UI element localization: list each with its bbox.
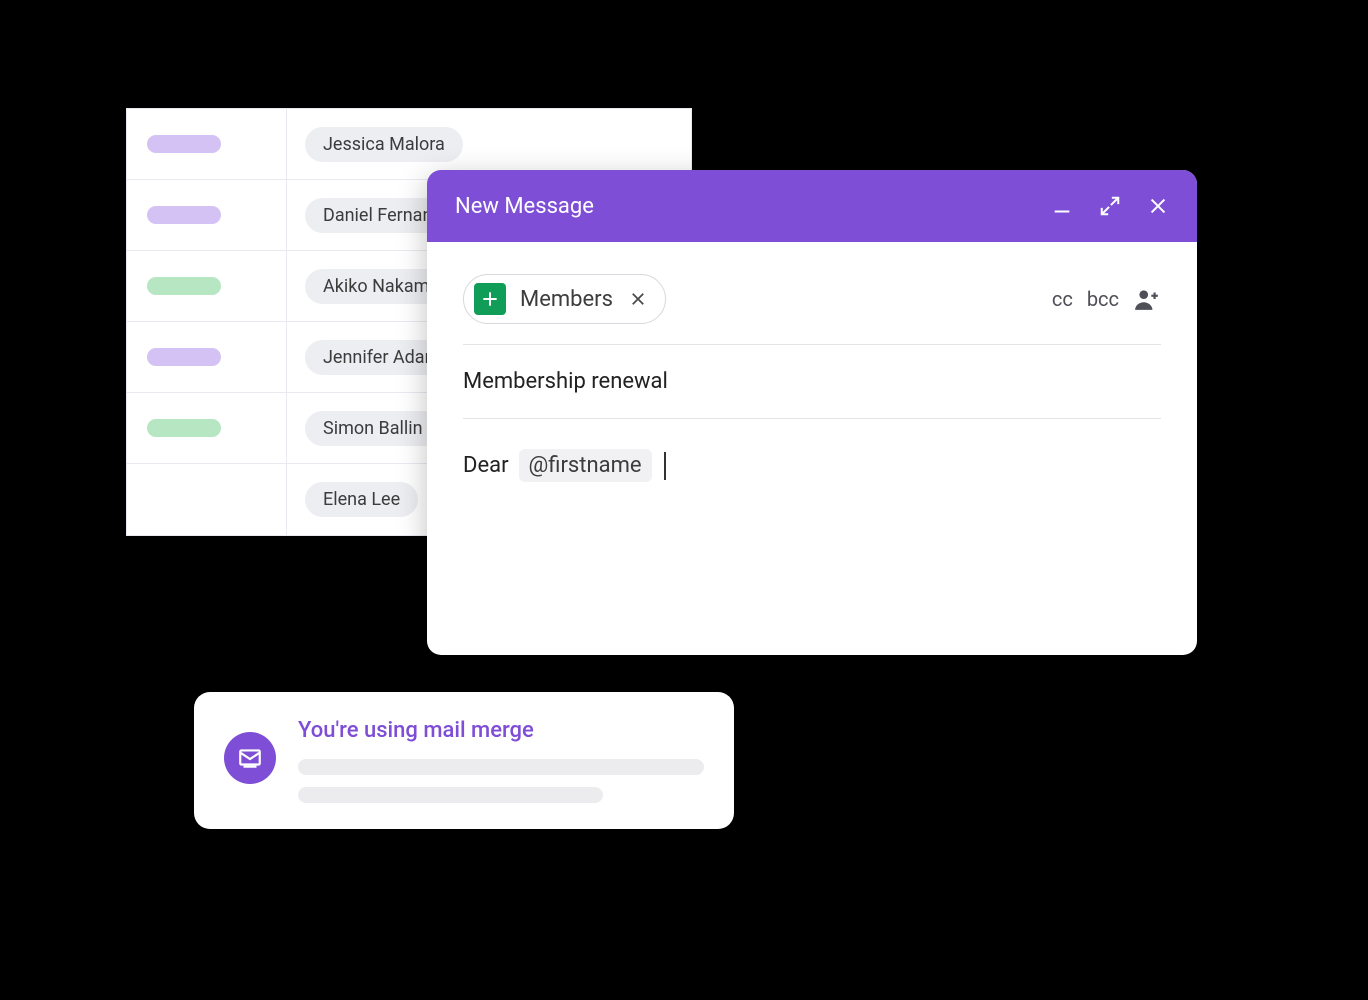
bcc-link[interactable]: bcc [1087,287,1119,311]
recipient-label: Members [520,287,613,312]
status-cell [127,180,287,250]
body-greeting: Dear [463,453,509,478]
status-cell [127,393,287,463]
status-cell [127,109,287,179]
toast-body: You're using mail merge [298,718,704,803]
merge-tag: @firstname [519,449,652,482]
status-cell [127,322,287,392]
compose-body: Members cc bcc Membership renewal Dear @… [427,242,1197,655]
subject-field[interactable]: Membership renewal [463,345,1161,419]
mail-merge-toast: You're using mail merge [194,692,734,829]
minimize-icon[interactable] [1051,195,1073,217]
toast-title: You're using mail merge [298,718,704,743]
compose-window: New Message Members [427,170,1197,655]
name-chip: Jessica Malora [305,127,463,162]
remove-recipient-icon[interactable] [627,288,649,310]
compose-title: New Message [455,194,1051,219]
text-caret [664,452,666,480]
status-pill [147,348,221,366]
subject-text: Membership renewal [463,369,668,394]
name-chip: Elena Lee [305,482,418,517]
status-pill [147,135,221,153]
recipients-row[interactable]: Members cc bcc [463,264,1161,345]
name-cell: Jessica Malora [287,109,691,179]
status-cell [127,464,287,535]
cc-bcc-group: cc bcc [1052,286,1161,312]
close-icon[interactable] [1147,195,1169,217]
body-field[interactable]: Dear @firstname [463,419,1161,619]
add-person-icon[interactable] [1133,286,1161,312]
compose-header: New Message [427,170,1197,242]
expand-icon[interactable] [1099,195,1121,217]
toast-text-placeholder [298,759,704,775]
cc-link[interactable]: cc [1052,287,1073,311]
status-pill [147,277,221,295]
status-cell [127,251,287,321]
status-pill [147,206,221,224]
toast-text-placeholder [298,787,603,803]
recipient-chip[interactable]: Members [463,274,666,324]
status-pill [147,419,221,437]
sheets-icon [474,283,506,315]
name-chip: Simon Ballin [305,411,441,446]
mail-merge-icon [224,732,276,784]
window-controls [1051,195,1169,217]
